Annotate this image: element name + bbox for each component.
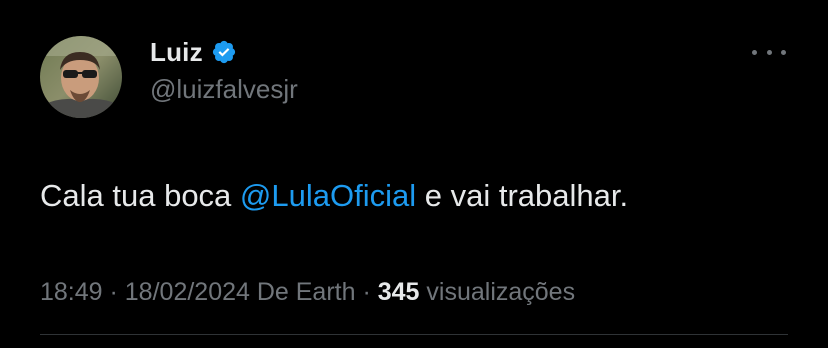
- tweet-metadata: 18:49 · 18/02/2024 De Earth · 345 visual…: [40, 274, 575, 310]
- tweet-date[interactable]: 18/02/2024: [125, 278, 250, 306]
- divider: [40, 334, 788, 335]
- meta-separator: ·: [355, 278, 378, 306]
- more-horizontal-icon: [766, 49, 772, 55]
- more-options-button[interactable]: [752, 40, 786, 64]
- tweet-text: Cala tua boca @LulaOficial e vai trabalh…: [40, 174, 628, 218]
- author-handle[interactable]: @luizfalvesjr: [150, 74, 298, 105]
- profile-photo-icon: [40, 36, 122, 118]
- tweet-text-before: Cala tua boca: [40, 178, 240, 213]
- meta-separator: ·: [102, 278, 125, 306]
- display-name-text: Luiz: [150, 36, 203, 67]
- views-label: visualizações: [419, 278, 576, 306]
- author-display-name[interactable]: Luiz: [150, 36, 237, 68]
- tweet-time[interactable]: 18:49: [40, 278, 103, 306]
- more-horizontal-icon: [781, 49, 786, 55]
- tweet-text-after: e vai trabalhar.: [416, 178, 629, 213]
- tweet-source[interactable]: De Earth: [250, 278, 356, 306]
- views-count[interactable]: 345: [378, 278, 420, 306]
- more-horizontal-icon: [752, 49, 757, 55]
- verified-badge-icon[interactable]: [211, 39, 237, 65]
- mention-link[interactable]: @LulaOficial: [240, 178, 416, 213]
- avatar[interactable]: [40, 36, 122, 118]
